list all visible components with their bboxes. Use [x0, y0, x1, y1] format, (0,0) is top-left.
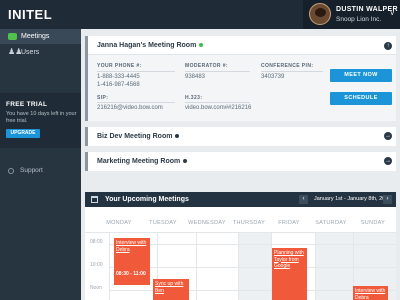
phone-number: 1-888-333-4445 [97, 74, 140, 80]
expand-icon[interactable]: → [384, 157, 392, 165]
grid-line [85, 232, 396, 233]
trial-title: FREE TRIAL [6, 101, 48, 108]
video-camera-icon [8, 33, 17, 40]
calendar-header: Your Upcoming Meetings ‹ January 1st - J… [85, 192, 396, 207]
h323-label: H.323: [185, 95, 203, 101]
sidebar: Meetings ♟♟ Users FREE TRIAL You have 10… [0, 29, 81, 300]
moderator-number: 938483 [185, 74, 206, 80]
event-title: Planning with Taylor from Google [274, 250, 304, 269]
chevron-down-icon[interactable]: v [391, 10, 395, 17]
sidebar-item-meetings[interactable]: Meetings [0, 29, 81, 44]
time-label: Noon [90, 285, 102, 291]
room-title-text: Marketing Meeting Room [97, 158, 181, 165]
day-header: TUESDAY [149, 220, 177, 226]
grid-line [238, 232, 239, 300]
free-trial-panel: FREE TRIAL You have 10 days left in your… [0, 93, 81, 148]
day-header: WEDNESDAY [188, 220, 226, 226]
avatar[interactable] [309, 3, 331, 25]
event-title: Sync up with Ben [155, 281, 184, 294]
conference-pin: 3403739 [261, 74, 285, 80]
moderator-label: MODERATOR #: [185, 63, 228, 69]
sidebar-item-users[interactable]: ♟♟ Users [0, 45, 81, 60]
schedule-button[interactable]: SCHEDULE [330, 92, 392, 105]
calendar-event[interactable]: Sync up with Ben [153, 279, 189, 300]
divider [185, 71, 250, 72]
user-name: DUSTIN WALPER [336, 6, 398, 13]
online-status-dot [199, 43, 204, 48]
trial-text: You have 10 days left in your free trial… [6, 111, 77, 124]
divider [97, 71, 175, 72]
user-menu[interactable]: DUSTIN WALPER Snoop Lion Inc. v [303, 0, 400, 29]
next-week-button[interactable]: › [383, 195, 392, 204]
phone-number: 1-416-987-4568 [97, 82, 140, 88]
date-range: January 1st - January 8th, 2013 [314, 196, 392, 202]
collapse-icon[interactable]: ↑ [384, 42, 392, 50]
support-link[interactable]: Support [0, 167, 81, 179]
meeting-room-card[interactable]: Biz Dev Meeting Room → [85, 127, 396, 146]
room-title: Marketing Meeting Room [97, 158, 188, 165]
event-title: Interview with Debra [355, 288, 386, 300]
time-label: 10:00 [90, 262, 103, 268]
divider [97, 102, 175, 103]
calendar-event[interactable]: Planning with Taylor from Google [272, 248, 307, 300]
user-company: Snoop Lion Inc. [336, 16, 382, 23]
phone-label: YOUR PHONE #: [97, 63, 142, 69]
meeting-room-card: Janna Hagan's Meeting Room ↑ YOUR PHONE … [85, 36, 396, 121]
users-icon: ♟♟ [8, 47, 23, 56]
h323-address: video.bow.com##216216 [185, 105, 252, 111]
grid-line [315, 232, 316, 300]
meeting-room-card[interactable]: Marketing Meeting Room → [85, 152, 396, 171]
room-title-text: Janna Hagan's Meeting Room [97, 42, 197, 49]
app-logo[interactable]: INITEL [8, 7, 52, 22]
room-details: YOUR PHONE #: 1-888-333-4445 1-416-987-4… [88, 54, 396, 121]
day-header: SUNDAY [360, 220, 386, 226]
grid-line [196, 232, 197, 300]
upcoming-meetings-calendar: Your Upcoming Meetings ‹ January 1st - J… [85, 192, 396, 300]
meet-now-button[interactable]: MEET NOW [330, 69, 392, 82]
day-header: MONDAY [106, 220, 132, 226]
pin-label: CONFERENCE PIN: [261, 63, 314, 69]
expand-icon[interactable]: → [384, 132, 392, 140]
status-dot [175, 134, 180, 139]
upgrade-button[interactable]: UPGRADE [6, 129, 40, 138]
top-bar: INITEL DUSTIN WALPER Snoop Lion Inc. v [0, 0, 400, 29]
event-time: 08:30 - 11:00 [116, 271, 146, 277]
grid-line [109, 232, 110, 300]
time-label: 08:00 [90, 239, 103, 245]
room-title[interactable]: Janna Hagan's Meeting Room [97, 42, 204, 49]
sidebar-item-label: Meetings [21, 33, 50, 40]
calendar-event[interactable]: Interview with Debra 08:30 - 11:00 [114, 238, 150, 285]
support-label: Support [20, 167, 43, 174]
divider [185, 102, 250, 103]
divider [261, 71, 323, 72]
sidebar-item-label: Users [21, 49, 40, 56]
prev-week-button[interactable]: ‹ [299, 195, 308, 204]
day-header: THURSDAY [232, 220, 266, 226]
room-title-text: Biz Dev Meeting Room [97, 133, 173, 140]
room-title: Biz Dev Meeting Room [97, 133, 180, 140]
day-header: SATURDAY [315, 220, 347, 226]
calendar-event[interactable]: Interview with Debra [353, 286, 388, 300]
sip-label: SIP: [97, 95, 109, 101]
calendar-title: Your Upcoming Meetings [105, 196, 189, 203]
sip-address: 216216@video.bow.com [97, 105, 163, 111]
help-icon [8, 168, 14, 174]
status-dot [183, 159, 188, 164]
event-title: Interview with Debra [116, 240, 147, 253]
calendar-icon [91, 196, 98, 203]
day-header: FRIDAY [278, 220, 300, 226]
